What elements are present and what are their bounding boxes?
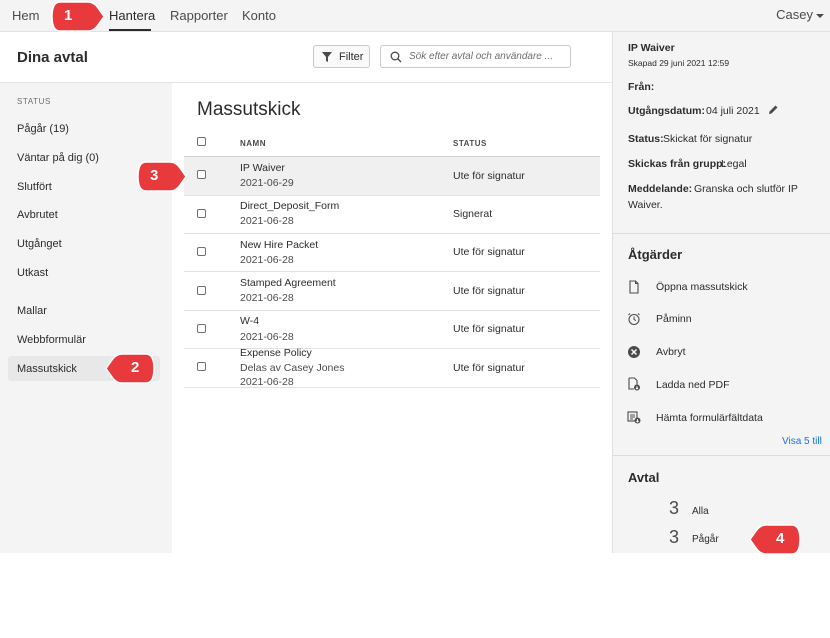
search-placeholder: Sök efter avtal och användare ... (409, 51, 553, 62)
blank-area (0, 553, 830, 638)
callout-1-number: 1 (64, 7, 73, 24)
sidebar-item-completed[interactable]: Slutfört (17, 181, 52, 193)
section-title: Massutskick (197, 99, 301, 120)
sidebar-item-templates[interactable]: Mallar (17, 305, 47, 317)
row-status: Ute för signatur (453, 362, 525, 374)
row-checkbox[interactable] (197, 247, 206, 256)
count-all-label[interactable]: Alla (692, 506, 709, 517)
document-icon (629, 280, 639, 294)
nav-active-indicator (109, 29, 151, 31)
page-title: Dina avtal (17, 49, 88, 66)
row-name[interactable]: Stamped Agreement (240, 277, 336, 289)
row-date: 2021-06-28 (240, 331, 294, 343)
panel-message-line1: Granska och slutför IP (694, 183, 798, 195)
callout-3-number: 3 (150, 167, 159, 184)
nav-reports[interactable]: Rapporter (170, 8, 228, 23)
status-heading: STATUS (17, 97, 51, 106)
row-date: 2021-06-28 (240, 215, 294, 227)
alarm-clock-icon (628, 313, 640, 326)
callout-3: 3 (134, 160, 190, 193)
panel-status-value: Skickat för signatur (663, 133, 753, 145)
nav-manage[interactable]: Hantera (109, 8, 155, 23)
panel-divider (613, 455, 830, 456)
sidebar (0, 32, 172, 553)
row-status: Signerat (453, 208, 493, 220)
panel-group-value: Legal (721, 158, 747, 170)
sidebar-item-cancelled[interactable]: Avbrutet (17, 209, 58, 221)
sidebar-item-web-forms[interactable]: Webbformulär (17, 334, 86, 346)
filter-icon (322, 52, 332, 62)
callout-2: 2 (104, 352, 158, 385)
sidebar-item-in-progress[interactable]: Pågår (19) (17, 123, 69, 135)
row-status: Ute för signatur (453, 323, 525, 335)
panel-message-label: Meddelande: (628, 183, 693, 195)
pencil-icon[interactable] (767, 104, 779, 116)
row-name[interactable]: Direct_Deposit_Form (240, 200, 339, 212)
show-more-link[interactable]: Visa 5 till (782, 436, 822, 447)
row-name[interactable]: IP Waiver (240, 162, 285, 174)
nav-home[interactable]: Hem (12, 8, 39, 23)
row-status: Ute för signatur (453, 170, 525, 182)
form-data-icon (627, 411, 641, 424)
panel-from-label: Från: (628, 81, 655, 93)
sidebar-item-waiting[interactable]: Väntar på dig (0) (17, 152, 99, 164)
chevron-down-icon (816, 13, 824, 18)
count-all-number: 3 (669, 498, 680, 518)
action-cancel[interactable]: Avbryt (656, 346, 686, 358)
actions-title: Åtgärder (628, 247, 683, 262)
action-remind[interactable]: Påminn (656, 313, 692, 325)
panel-created: Skapad 29 juni 2021 12:59 (628, 58, 730, 68)
row-name[interactable]: Expense Policy (240, 347, 312, 359)
user-menu[interactable]: Casey (776, 7, 824, 22)
row-checkbox[interactable] (197, 170, 206, 179)
sidebar-item-expired[interactable]: Utgånget (17, 238, 62, 250)
row-name[interactable]: W-4 (240, 315, 259, 327)
row-checkbox[interactable] (197, 209, 206, 218)
row-status: Ute för signatur (453, 246, 525, 258)
callout-1: 1 (48, 0, 106, 33)
row-date: 2021-06-28 (240, 254, 294, 266)
filter-label: Filter (339, 51, 364, 63)
search-input[interactable]: Sök efter avtal och användare ... (380, 45, 571, 68)
count-in-progress-label[interactable]: Pågår (692, 534, 719, 545)
row-status: Ute för signatur (453, 285, 525, 297)
row-checkbox[interactable] (197, 286, 206, 295)
agreements-title: Avtal (628, 470, 660, 485)
row-shared-by: Delas av Casey Jones (240, 362, 345, 374)
sidebar-item-drafts[interactable]: Utkast (17, 267, 48, 279)
callout-4: 4 (748, 523, 804, 556)
nav-account[interactable]: Konto (242, 8, 276, 23)
download-pdf-icon (628, 377, 640, 391)
row-date: 2021-06-29 (240, 177, 294, 189)
filter-button[interactable]: Filter (313, 45, 370, 68)
action-open-mega-sign[interactable]: Öppna massutskick (656, 281, 748, 293)
row-checkbox[interactable] (197, 362, 206, 371)
panel-divider (613, 233, 830, 234)
user-name: Casey (776, 7, 813, 22)
count-in-progress-number: 3 (669, 527, 680, 547)
panel-expiry-value: 04 juli 2021 (706, 105, 760, 117)
callout-4-number: 4 (776, 530, 785, 547)
action-export-form-data[interactable]: Hämta formulärfältdata (656, 412, 763, 424)
panel-status-label: Status: (628, 133, 664, 145)
select-all-checkbox[interactable] (197, 137, 206, 146)
panel-group-label: Skickas från grupp: (628, 158, 727, 170)
search-icon (390, 51, 402, 63)
column-header-status[interactable]: STATUS (453, 139, 487, 148)
panel-message-line2: Waiver. (628, 199, 663, 211)
callout-2-number: 2 (131, 359, 140, 376)
row-date: 2021-06-28 (240, 376, 294, 388)
action-download-pdf[interactable]: Ladda ned PDF (656, 379, 730, 391)
row-date: 2021-06-28 (240, 292, 294, 304)
row-name[interactable]: New Hire Packet (240, 239, 318, 251)
row-checkbox[interactable] (197, 324, 206, 333)
panel-expiry-label: Utgångsdatum: (628, 105, 705, 117)
column-header-name[interactable]: NAMN (240, 139, 266, 148)
sidebar-item-mega-sign[interactable]: Massutskick (17, 363, 77, 375)
panel-title: IP Waiver (628, 42, 675, 54)
cancel-icon (628, 346, 640, 358)
